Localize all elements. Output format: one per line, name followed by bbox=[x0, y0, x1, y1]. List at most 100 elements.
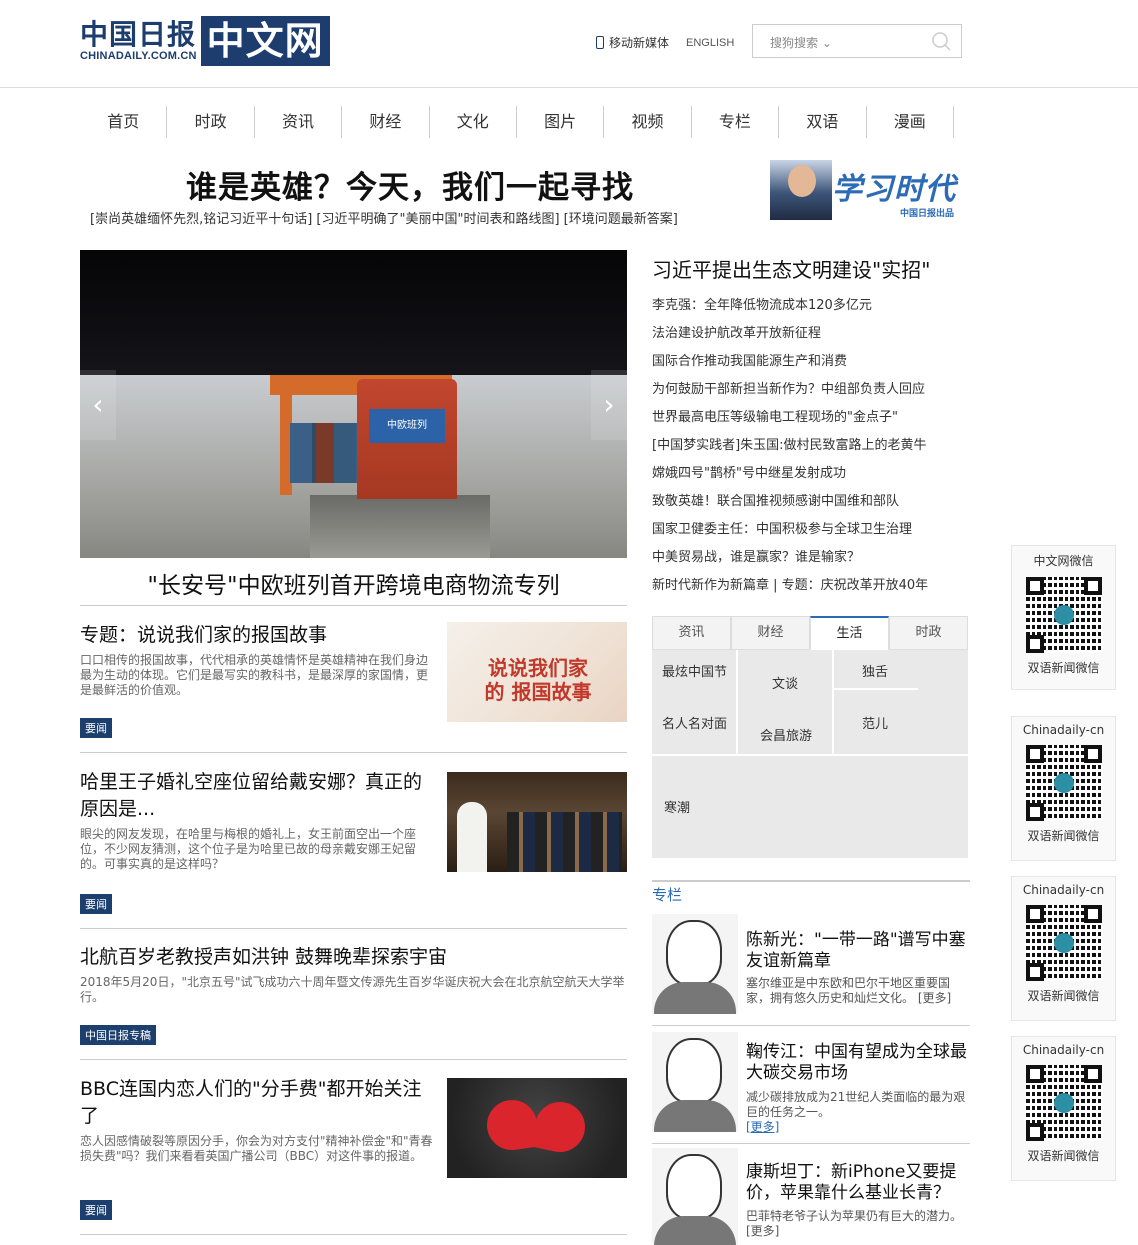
tab-news[interactable]: 资讯 bbox=[652, 616, 731, 650]
article-item[interactable]: 专题：说说我们家的报国故事 口口相传的报国故事，代代相承的英雄情怀是英雄精神在我… bbox=[80, 622, 627, 722]
column-item[interactable]: 康斯坦丁：新iPhone又要提价，苹果靠什么基业长青？ 巴菲特老爷子认为苹果仍有… bbox=[652, 1148, 970, 1245]
more-link[interactable]: [更多] bbox=[918, 991, 951, 1005]
nav-item-bilingual[interactable]: 双语 bbox=[779, 106, 867, 138]
divider bbox=[652, 1143, 970, 1144]
column-desc-text: 巴菲特老爷子认为苹果仍有巨大的潜力。 bbox=[746, 1209, 963, 1223]
tab-link[interactable]: 寒潮 bbox=[664, 797, 690, 816]
mobile-media-link[interactable]: 移动新媒体 bbox=[609, 34, 669, 51]
news-link[interactable]: 中美贸易战，谁是赢家？谁是输家？ bbox=[652, 544, 972, 572]
site-logo[interactable]: 中国日报 CHINADAILY.COM.CN 中文网 bbox=[80, 16, 330, 66]
carousel-next-button[interactable]: › bbox=[591, 370, 627, 440]
nav-item-columns[interactable]: 专栏 bbox=[692, 106, 780, 138]
columnist-head bbox=[666, 1038, 722, 1104]
xuexi-shidai-banner[interactable]: 学习时代 中国日报出品 bbox=[770, 160, 960, 222]
divider bbox=[652, 1025, 970, 1026]
column-section-heading[interactable]: 专栏 bbox=[652, 884, 682, 905]
article-title[interactable]: 哈里王子婚礼空座位留给戴安娜？真正的原因是... bbox=[80, 769, 430, 823]
nav-item-politics[interactable]: 时政 bbox=[167, 106, 255, 138]
divider bbox=[80, 605, 627, 606]
news-link[interactable]: 嫦娥四号"鹊桥"号中继星发射成功 bbox=[652, 460, 972, 488]
column-title[interactable]: 康斯坦丁：新iPhone又要提价，苹果靠什么基业长青？ bbox=[746, 1162, 972, 1204]
article-item[interactable]: BBC连国内恋人们的"分手费"都开始关注了 恋人因感情破裂等原因分手，你会为对方… bbox=[80, 1076, 627, 1180]
carousel-prev-button[interactable]: ‹ bbox=[80, 370, 116, 440]
column-item[interactable]: 陈新光："一带一路"谱写中塞友谊新篇章 塞尔维亚是中东欧和巴尔干地区重要国家，拥… bbox=[652, 914, 970, 1016]
tab-politics[interactable]: 时政 bbox=[889, 616, 968, 650]
nav-item-culture[interactable]: 文化 bbox=[430, 106, 517, 138]
column-desc: 巴菲特老爷子认为苹果仍有巨大的潜力。 [更多] bbox=[746, 1209, 972, 1239]
category-tag[interactable]: 要闻 bbox=[80, 894, 112, 914]
qr-card[interactable]: Chinadaily-cn 双语新闻微信 bbox=[1011, 876, 1116, 1021]
tab-link[interactable]: 最炫中国节 bbox=[662, 661, 727, 680]
columnist-portrait bbox=[652, 1032, 738, 1132]
top-news-title[interactable]: 习近平提出生态文明建设"实招" bbox=[652, 254, 972, 283]
news-link[interactable]: 新时代新作为新篇章 | 专题：庆祝改革开放40年 bbox=[652, 572, 972, 600]
article-title[interactable]: 专题：说说我们家的报国故事 bbox=[80, 622, 440, 649]
news-link[interactable]: [中国梦实践者]朱玉国:做村民致富路上的老黄牛 bbox=[652, 432, 972, 460]
english-link[interactable]: ENGLISH bbox=[686, 37, 734, 49]
photo-carousel[interactable]: 中欧班列 ‹ › bbox=[80, 250, 627, 558]
tab-link[interactable]: 范儿 bbox=[862, 713, 888, 732]
nav-item-news[interactable]: 资讯 bbox=[255, 106, 343, 138]
news-link[interactable]: 国家卫健委主任：中国积极参与全球卫生治理 bbox=[652, 516, 972, 544]
qr-card[interactable]: 中文网微信 双语新闻微信 bbox=[1011, 545, 1116, 690]
search-engine-dropdown[interactable]: 搜狗搜索 ⌄ bbox=[770, 34, 832, 51]
divider bbox=[80, 752, 627, 753]
qr-label: Chinadaily-cn bbox=[1022, 723, 1105, 737]
tab-link[interactable]: 会昌旅游 bbox=[760, 725, 812, 744]
search-input[interactable]: 搜狗搜索 ⌄ bbox=[752, 24, 962, 58]
news-link[interactable]: 法治建设护航改革开放新征程 bbox=[652, 320, 972, 348]
tab-link[interactable]: 文谈 bbox=[772, 673, 798, 692]
column-item[interactable]: 鞠传江：中国有望成为全球最大碳交易市场 减少碳排放成为21世纪人类面临的最为艰巨… bbox=[652, 1032, 972, 1135]
qr-code-icon bbox=[1025, 1065, 1102, 1141]
article-item[interactable]: 哈里王子婚礼空座位留给戴安娜？真正的原因是... 眼尖的网友发现，在哈里与梅根的… bbox=[80, 769, 627, 872]
search-icon[interactable] bbox=[931, 31, 951, 51]
qr-code-icon bbox=[1025, 577, 1102, 653]
tab-link[interactable]: 名人名对面 bbox=[662, 713, 727, 732]
nav-item-comics[interactable]: 漫画 bbox=[867, 106, 954, 138]
tab-bar: 资讯 财经 生活 时政 bbox=[652, 616, 968, 650]
tab-life[interactable]: 生活 bbox=[810, 616, 889, 650]
nav-item-home[interactable]: 首页 bbox=[80, 106, 168, 138]
news-link[interactable]: 李克强：全年降低物流成本120多亿元 bbox=[652, 292, 972, 320]
qr-card[interactable]: Chinadaily-cn 双语新闻微信 bbox=[1011, 1036, 1116, 1181]
column-desc: 减少碳排放成为21世纪人类面临的最为艰巨的任务之一。 [更多] bbox=[746, 1090, 972, 1135]
article-image[interactable] bbox=[447, 772, 627, 872]
article-title[interactable]: BBC连国内恋人们的"分手费"都开始关注了 bbox=[80, 1076, 430, 1130]
column-title[interactable]: 陈新光："一带一路"谱写中塞友谊新篇章 bbox=[746, 930, 972, 972]
more-link[interactable]: [更多] bbox=[746, 1224, 779, 1238]
tab-finance[interactable]: 财经 bbox=[731, 616, 810, 650]
more-link[interactable]: [更多] bbox=[746, 1120, 779, 1134]
banner-headline[interactable]: 谁是英雄？今天，我们一起寻找 bbox=[80, 162, 740, 207]
xuexi-subtitle: 中国日报出品 bbox=[900, 209, 955, 219]
grid-divider bbox=[736, 650, 738, 754]
article-title[interactable]: 北航百岁老教授声如洪钟 鼓舞晚辈探索宇宙 bbox=[80, 944, 627, 971]
tab-link[interactable]: 独舌 bbox=[862, 661, 888, 680]
nav-item-photos[interactable]: 图片 bbox=[517, 106, 605, 138]
columnist-body bbox=[654, 982, 736, 1014]
article-image-text: 说说我们家的 报国故事 bbox=[484, 656, 592, 704]
category-tag[interactable]: 中国日报专稿 bbox=[80, 1025, 156, 1045]
article-item[interactable]: 北航百岁老教授声如洪钟 鼓舞晚辈探索宇宙 2018年5月20日，"北京五号"试飞… bbox=[80, 944, 627, 1014]
news-link[interactable]: 国际合作推动我国能源生产和消费 bbox=[652, 348, 972, 376]
column-title[interactable]: 鞠传江：中国有望成为全球最大碳交易市场 bbox=[746, 1042, 972, 1084]
article-image[interactable] bbox=[447, 1078, 627, 1178]
nav-item-finance[interactable]: 财经 bbox=[342, 106, 430, 138]
nav-item-video[interactable]: 视频 bbox=[604, 106, 692, 138]
qr-finder bbox=[1025, 745, 1044, 763]
category-tag[interactable]: 要闻 bbox=[80, 718, 112, 738]
qr-card[interactable]: Chinadaily-cn 双语新闻微信 bbox=[1011, 716, 1116, 861]
top-links: 移动新媒体 ENGLISH bbox=[596, 34, 751, 51]
news-link[interactable]: 世界最高电压等级输电工程现场的"金点子" bbox=[652, 404, 972, 432]
qr-caption: 双语新闻微信 bbox=[1027, 989, 1100, 1003]
banner-sublinks[interactable]: [崇尚英雄缅怀先烈,铭记习近平十句话] [习近平明确了"美丽中国"时间表和路线图… bbox=[90, 208, 678, 227]
category-tag[interactable]: 要闻 bbox=[80, 1200, 112, 1220]
article-image[interactable]: 说说我们家的 报国故事 bbox=[447, 622, 627, 722]
news-link[interactable]: 致敬英雄！联合国推视频感谢中国维和部队 bbox=[652, 488, 972, 516]
qr-finder bbox=[1025, 635, 1044, 653]
news-link[interactable]: 为何鼓励干部新担当新作为？中组部负责人回应 bbox=[652, 376, 972, 404]
article-desc: 2018年5月20日，"北京五号"试飞成功六十周年暨文传源先生百岁华诞庆祝大会在… bbox=[80, 975, 625, 1004]
carousel-caption[interactable]: "长安号"中欧班列首开跨境电商物流专列 bbox=[80, 566, 627, 600]
qr-finder bbox=[1025, 1065, 1044, 1083]
qr-caption: 双语新闻微信 bbox=[1027, 829, 1100, 843]
qr-logo bbox=[1053, 773, 1074, 793]
